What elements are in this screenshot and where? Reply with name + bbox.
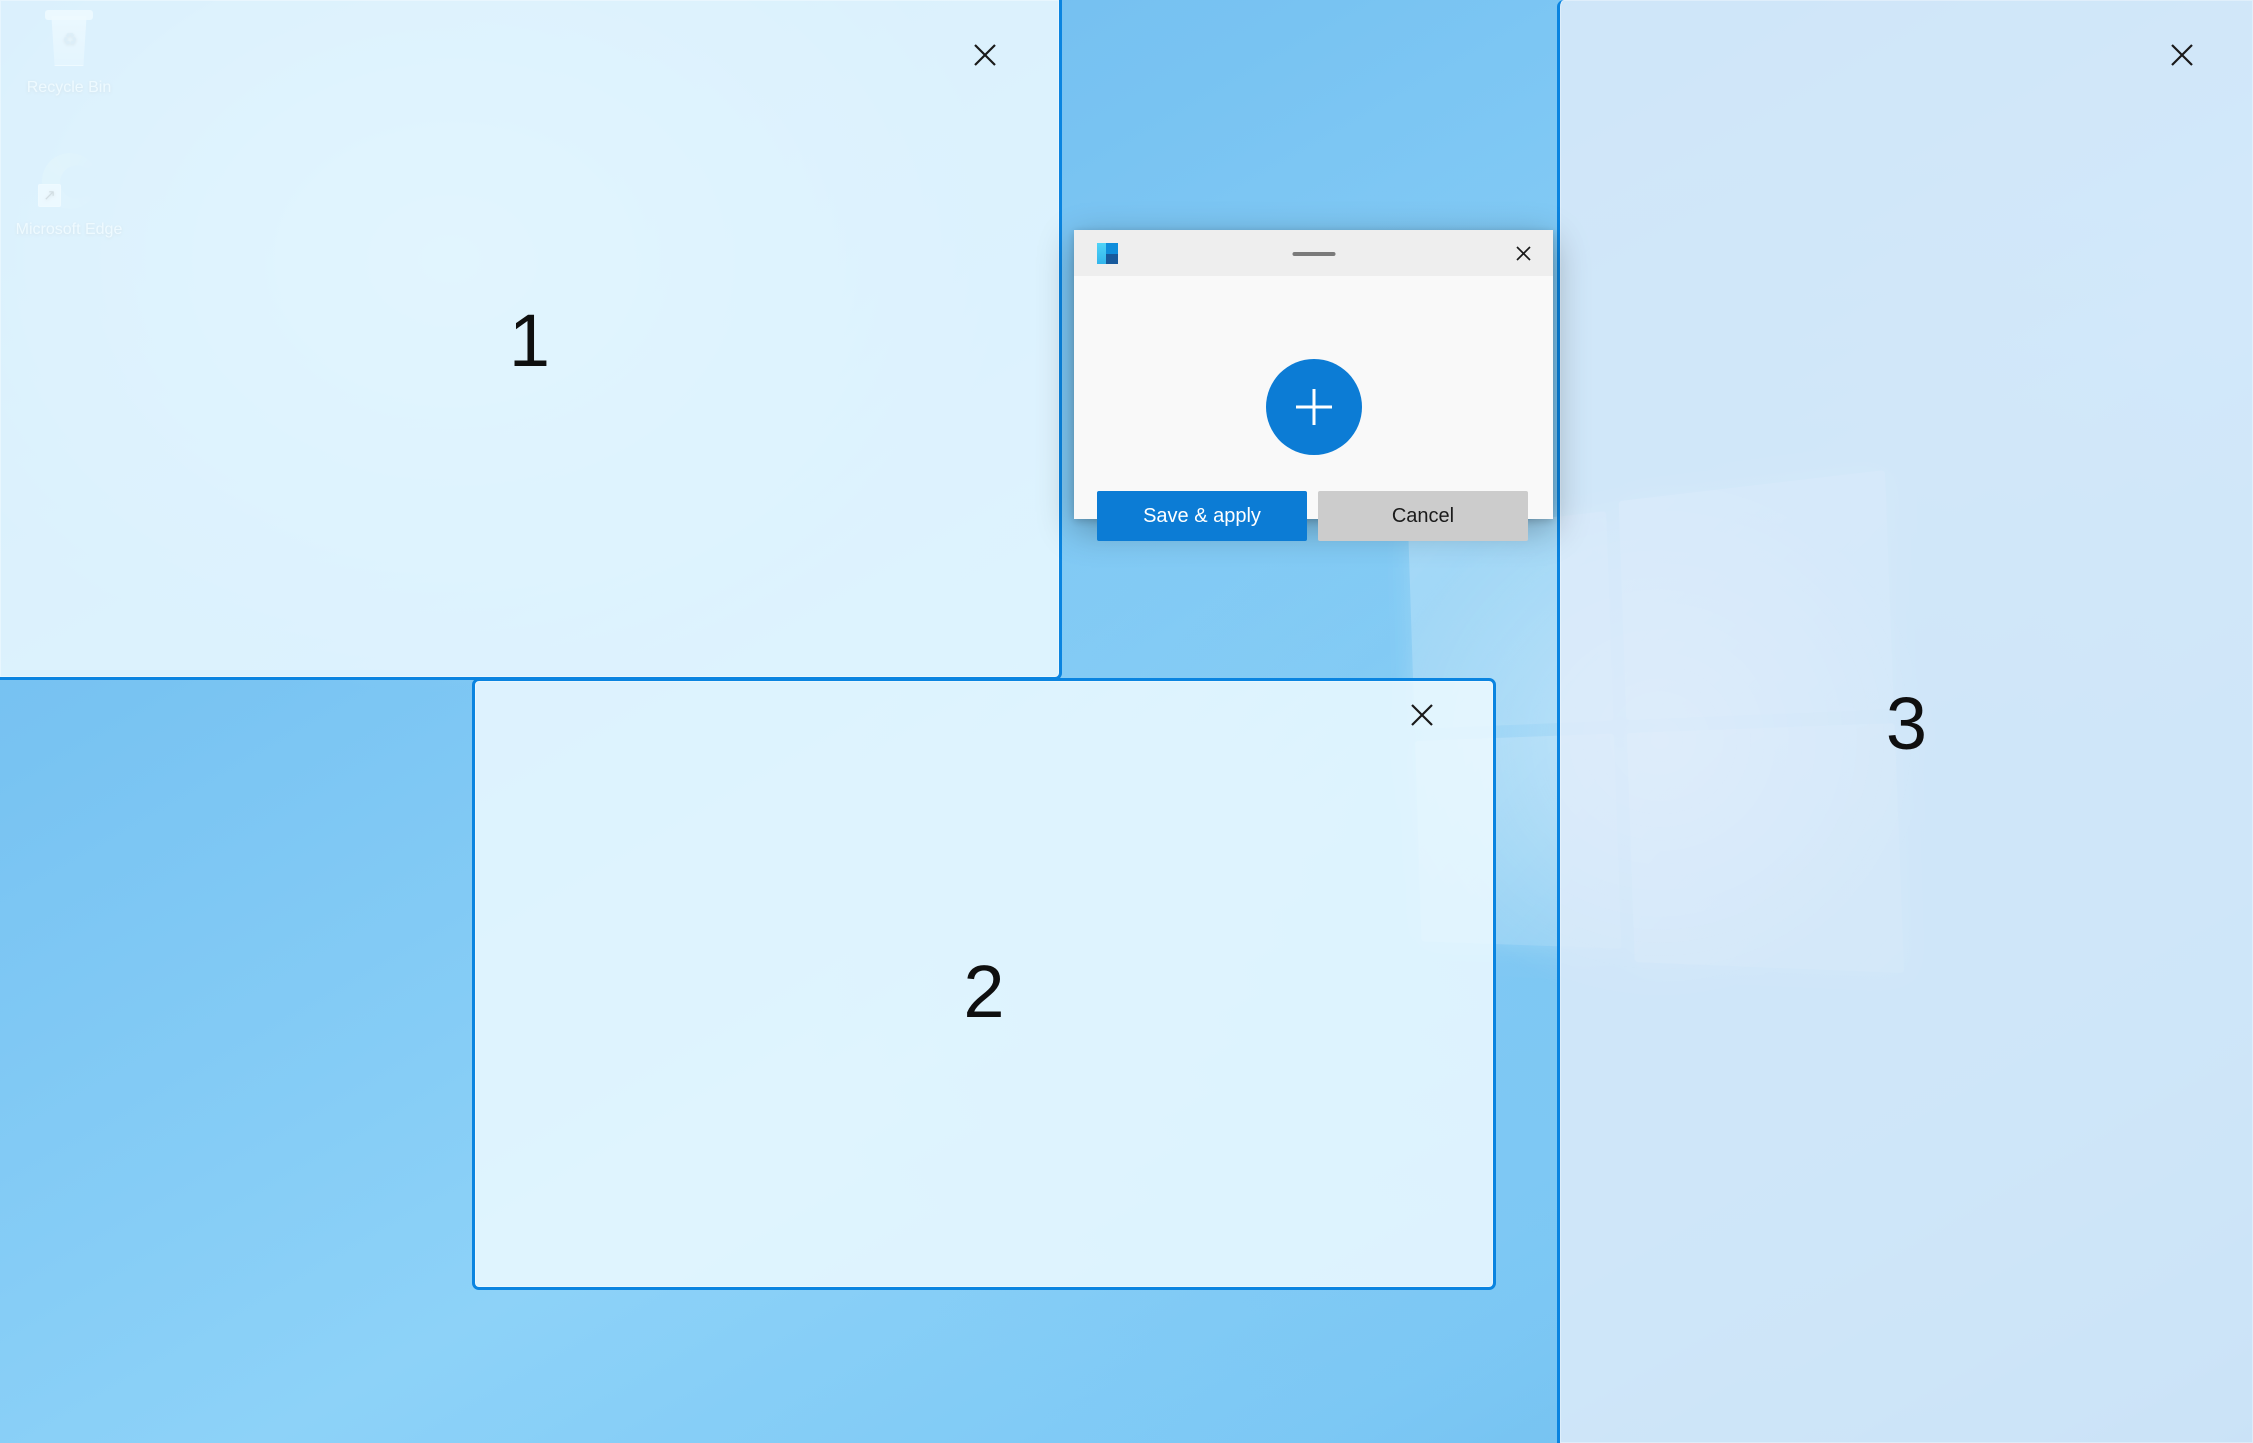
zone-1[interactable]: 1	[0, 0, 1062, 680]
desktop-background[interactable]: ♻ Recycle Bin ↗ Microsoft Edge 1 2	[0, 0, 2253, 1443]
zone-close-button[interactable]	[1400, 693, 1444, 737]
zone-number: 2	[963, 950, 1005, 1033]
minimize-button[interactable]	[1292, 252, 1335, 256]
save-apply-button[interactable]: Save & apply	[1097, 491, 1307, 541]
zone-close-button[interactable]	[963, 33, 1007, 77]
add-zone-button[interactable]	[1265, 359, 1362, 455]
plus-icon	[1295, 389, 1332, 425]
zone-editor-dialog[interactable]: Save & apply Cancel	[1074, 230, 1553, 541]
fancyzones-icon	[1097, 243, 1118, 264]
close-icon[interactable]	[1508, 238, 1539, 269]
zone-close-button[interactable]	[2160, 33, 2204, 77]
zone-3[interactable]: 3	[1557, 0, 2253, 1443]
zone-number: 3	[1885, 682, 1928, 765]
zone-2[interactable]: 2	[472, 678, 1496, 1290]
dialog-titlebar[interactable]	[1074, 230, 1553, 276]
dialog-body: Save & apply Cancel	[1074, 276, 1553, 541]
cancel-button[interactable]: Cancel	[1318, 491, 1528, 541]
zone-number: 1	[508, 299, 551, 382]
